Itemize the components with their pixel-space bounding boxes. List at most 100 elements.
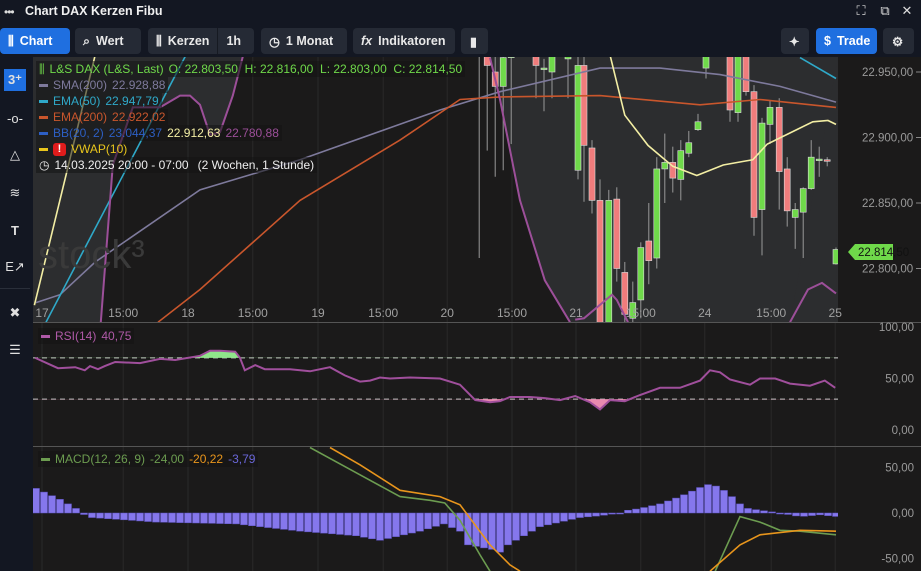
macd-histogram-bar — [696, 487, 704, 514]
macd-histogram-bar — [128, 512, 136, 521]
macd-histogram-bar — [248, 512, 256, 526]
macd-histogram-bar — [112, 512, 120, 520]
candle-body — [499, 57, 507, 87]
macd-histogram-bar — [224, 512, 232, 524]
macd-histogram-bar — [360, 512, 368, 538]
macd-histogram-bar — [480, 512, 488, 549]
legend-instrument[interactable]: ⫼ L&S DAX (L&S, Last) O: 22.803,50 H: 22.8… — [36, 61, 466, 77]
legend-vwap[interactable]: ! VWAP(10) — [36, 141, 131, 157]
macd-histogram-bar — [168, 512, 176, 523]
macd-histogram-bar — [632, 508, 640, 514]
ohlc-values: O: 22.803,50 H: 22.816,00 L: 22.803,00 C… — [168, 62, 463, 76]
macd-histogram-bar — [216, 512, 224, 524]
macd-tick-label: -50,00 — [881, 554, 914, 566]
time-tick-label: 15:00 — [497, 306, 527, 320]
macd-histogram-bar — [776, 512, 784, 515]
macd-histogram-bar — [808, 512, 816, 516]
macd-histogram-bar — [320, 512, 328, 534]
rsi-legend[interactable]: RSI(14) 40,75 — [38, 328, 135, 344]
macd-histogram-bar — [72, 508, 80, 514]
legend-bb[interactable]: BB(20, 2) 23.044,37 22.912,63 22.780,88 — [36, 125, 282, 141]
macd-histogram-bar — [432, 512, 440, 527]
macd-histogram-bar — [344, 512, 352, 536]
clock-icon: ◷ — [39, 158, 50, 172]
macd-histogram-bar — [64, 503, 72, 514]
price-tick-label: 22.800,00 — [862, 264, 913, 276]
macd-histogram-bar — [400, 512, 408, 536]
macd-histogram-bar — [40, 491, 48, 514]
macd-histogram-bar — [792, 512, 800, 517]
price-tick-label: 22.900,00 — [862, 133, 913, 145]
macd-histogram-bar — [816, 512, 824, 516]
macd-histogram-bar — [576, 512, 584, 518]
macd-histogram-bar — [200, 512, 208, 524]
macd-histogram-bar — [824, 512, 832, 516]
macd-histogram-bar — [504, 512, 512, 546]
macd-histogram-bar — [232, 512, 240, 525]
legend-period: ◷ 14.03.2025 20:00 - 07:00 (2 Wochen, 1 St… — [36, 157, 318, 173]
macd-histogram-bar — [552, 512, 560, 524]
macd-histogram-bar — [33, 488, 40, 514]
macd-histogram-bar — [560, 512, 568, 522]
macd-histogram-bar — [256, 512, 264, 527]
candle-body — [574, 65, 582, 171]
rsi-tick-label: 0,00 — [892, 425, 914, 437]
macd-histogram-bar — [88, 512, 96, 518]
macd-histogram-bar — [528, 512, 536, 532]
macd-histogram-bar — [280, 512, 288, 530]
macd-histogram-bar — [160, 512, 168, 523]
legend-ema200[interactable]: EMA(200) 22.922,02 — [36, 109, 169, 125]
candle-body — [807, 156, 815, 189]
candle-body — [532, 57, 540, 66]
macd-histogram-bar — [104, 512, 112, 519]
macd-histogram-bar — [416, 512, 424, 532]
macd-histogram-bar — [680, 494, 688, 514]
macd-histogram-bar — [384, 512, 392, 539]
candle-body — [734, 57, 742, 113]
macd-histogram-bar — [648, 505, 656, 514]
macd-histogram-bar — [296, 512, 304, 532]
macd-histogram-bar — [760, 510, 768, 514]
macd-histogram-bar — [264, 512, 272, 528]
legend-sma200[interactable]: SMA(200) 22.928,88 — [36, 77, 169, 93]
macd-histogram-bar — [288, 512, 296, 531]
macd-histogram-bar — [584, 512, 592, 518]
candle-body — [750, 91, 758, 218]
price-tick-label: 22.850,00 — [862, 198, 913, 210]
candle-body — [476, 39, 482, 51]
candle-body — [815, 158, 823, 161]
macd-histogram-bar — [144, 512, 152, 522]
macd-histogram-bar — [408, 512, 416, 534]
macd-histogram-bar — [120, 512, 128, 521]
macd-histogram-bar — [672, 497, 680, 514]
macd-histogram-bar — [712, 485, 720, 514]
macd-legend[interactable]: MACD(12, 26, 9) -24,00 -20,22 -3,79 — [38, 451, 259, 467]
candles-icon: ⫼ — [39, 62, 45, 76]
macd-histogram-bar — [496, 512, 504, 553]
candle-body — [645, 240, 653, 261]
candle-body — [783, 168, 791, 212]
time-tick-label: 25 — [829, 306, 843, 320]
macd-histogram-bar — [456, 512, 464, 532]
candle-body — [685, 142, 693, 154]
macd-histogram-bar — [512, 512, 520, 541]
candle-body — [540, 67, 548, 70]
macd-histogram-bar — [720, 490, 728, 514]
candle-body — [799, 188, 807, 213]
macd-histogram-bar — [152, 512, 160, 523]
time-tick-label: 15:00 — [108, 306, 138, 320]
time-tick-label: 20 — [441, 306, 455, 320]
macd-histogram-bar — [376, 512, 384, 541]
legend-ema50[interactable]: EMA(50) 22.947,79 — [36, 93, 162, 109]
rsi-tick-label: 50,00 — [885, 374, 914, 386]
macd-histogram-bar — [768, 511, 776, 514]
macd-histogram-bar — [312, 512, 320, 533]
macd-histogram-bar — [544, 512, 552, 526]
candle-body — [653, 168, 661, 259]
candle-body — [483, 57, 491, 66]
warning-icon: ! — [53, 142, 66, 156]
macd-histogram-bar — [728, 496, 736, 514]
macd-histogram-bar — [240, 512, 248, 526]
macd-histogram-bar — [744, 508, 752, 514]
candle-body — [758, 122, 766, 210]
